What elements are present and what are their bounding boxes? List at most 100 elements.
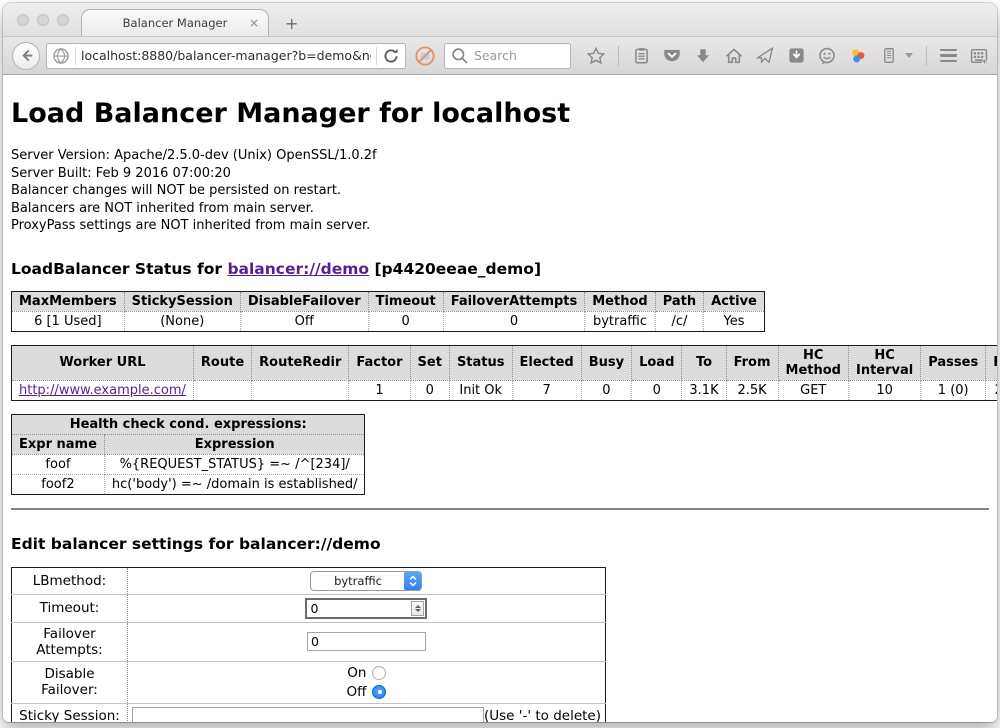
col-header-hc-interval: HC Interval xyxy=(848,345,920,380)
proxypass-note-line: ProxyPass settings are NOT inherited fro… xyxy=(11,217,989,235)
cell-hc-method: GET xyxy=(778,380,848,400)
zoom-window-button[interactable] xyxy=(57,14,69,26)
sticky-session-input[interactable] xyxy=(132,707,484,723)
cell-elected: 7 xyxy=(512,380,581,400)
col-header-load: Load xyxy=(632,345,682,380)
tab-close-icon[interactable]: × xyxy=(249,16,259,30)
content-blocked-icon[interactable] xyxy=(414,45,436,67)
disable-failover-label: Disable Failover: xyxy=(12,661,128,703)
toolbar-icons xyxy=(587,46,988,66)
page-content: Load Balancer Manager for localhost Serv… xyxy=(3,75,997,722)
downloads-icon[interactable] xyxy=(694,47,712,65)
col-header-busy: Busy xyxy=(581,345,631,380)
inherit-note-line: Balancers are NOT inherited from main se… xyxy=(11,200,989,218)
close-window-button[interactable] xyxy=(17,14,29,26)
number-stepper-icon[interactable] xyxy=(411,601,424,616)
tab-title: Balancer Manager xyxy=(123,16,228,30)
cell-expression: hc('body') =~ /domain is established/ xyxy=(104,474,365,494)
col-header-hc-method: HC Method xyxy=(778,345,848,380)
home-icon[interactable] xyxy=(725,47,743,65)
send-plane-icon[interactable] xyxy=(756,47,774,65)
cell-factor: 1 xyxy=(349,380,410,400)
search-input[interactable]: Search xyxy=(474,48,517,63)
col-header-stickysession: StickySession xyxy=(124,291,240,311)
status-heading-prefix: LoadBalancer Status for xyxy=(11,260,227,278)
timeout-field-wrapper xyxy=(305,598,427,619)
bookmark-star-icon[interactable] xyxy=(587,47,605,65)
sticky-session-hint: (Use '-' to delete) xyxy=(484,708,601,722)
site-identity-globe-icon[interactable] xyxy=(52,47,70,65)
device-menu-caret-icon[interactable] xyxy=(905,53,913,58)
browser-window: Balancer Manager × + localhost:8880/bala… xyxy=(3,3,997,722)
url-bar[interactable]: localhost:8880/balancer-manager?b=demo&n… xyxy=(46,43,406,69)
back-button[interactable] xyxy=(12,42,40,70)
cell-route xyxy=(193,380,251,400)
balancer-settings-form: LBmethod: bytraffic Timeout: xyxy=(11,567,606,723)
cell-method: bytraffic xyxy=(585,311,655,331)
cell-passes: 1 (0) xyxy=(921,380,986,400)
toolbar-divider xyxy=(618,46,619,66)
cell-status: Init Ok xyxy=(449,380,512,400)
page-title: Load Balancer Manager for localhost xyxy=(11,98,989,129)
new-tab-button[interactable]: + xyxy=(285,16,298,32)
col-header-status: Status xyxy=(449,345,512,380)
lbmethod-selected-value: bytraffic xyxy=(311,574,404,588)
col-header-routeredir: RouteRedir xyxy=(252,345,349,380)
minimize-window-button[interactable] xyxy=(37,14,49,26)
save-to-device-icon[interactable] xyxy=(787,47,805,65)
lbmethod-label: LBmethod: xyxy=(12,567,128,594)
lbmethod-select[interactable]: bytraffic xyxy=(310,571,422,591)
cell-timeout: 0 xyxy=(368,311,443,331)
cell-routeredir xyxy=(252,380,349,400)
col-header-path: Path xyxy=(655,291,703,311)
sticky-session-label: Sticky Session: xyxy=(12,703,128,722)
col-header-maxmembers: MaxMembers xyxy=(12,291,125,311)
col-header-timeout: Timeout xyxy=(368,291,443,311)
radio-off-label: Off xyxy=(347,684,367,700)
worker-row: http://www.example.com/ 1 0 Init Ok 7 0 … xyxy=(12,380,998,400)
col-header-route: Route xyxy=(193,345,251,380)
menu-icon[interactable] xyxy=(940,49,957,63)
window-controls xyxy=(17,14,69,26)
balancer-demo-link[interactable]: balancer://demo xyxy=(227,260,369,278)
reload-icon[interactable] xyxy=(382,47,400,65)
col-header-disablefailover: DisableFailover xyxy=(240,291,368,311)
col-header-to: To xyxy=(682,345,726,380)
col-header-fails: Fails xyxy=(986,345,997,380)
tab-balancer-manager[interactable]: Balancer Manager × xyxy=(81,9,269,36)
col-header-passes: Passes xyxy=(921,345,986,380)
device-migration-icon[interactable] xyxy=(880,47,898,65)
search-bar[interactable]: Search xyxy=(444,43,571,69)
health-check-table-title: Health check cond. expressions: xyxy=(12,414,365,434)
loadbalancer-status-heading: LoadBalancer Status for balancer://demo … xyxy=(11,260,989,278)
toolbar-divider xyxy=(926,46,927,66)
timeout-input[interactable] xyxy=(310,601,411,616)
url-input[interactable]: localhost:8880/balancer-manager?b=demo&n… xyxy=(81,48,371,63)
search-icon xyxy=(451,47,469,65)
hc-expr-row: foof %{REQUEST_STATUS} =~ /^[234]/ xyxy=(12,454,365,474)
cell-to: 3.1K xyxy=(682,380,726,400)
disable-failover-off-radio[interactable] xyxy=(372,685,386,699)
pocket-icon[interactable] xyxy=(663,47,681,65)
grid-extension-icon[interactable] xyxy=(970,47,988,65)
section-divider xyxy=(11,508,989,510)
col-header-expression: Expression xyxy=(104,434,365,454)
select-stepper-icon xyxy=(404,571,421,591)
hc-expr-row: foof2 hc('body') =~ /domain is establish… xyxy=(12,474,365,494)
col-header-set: Set xyxy=(410,345,449,380)
server-info: Server Version: Apache/2.5.0-dev (Unix) … xyxy=(11,147,989,235)
failover-attempts-input[interactable] xyxy=(307,632,426,651)
worker-url-link[interactable]: http://www.example.com/ xyxy=(19,383,186,398)
cell-path: /c/ xyxy=(655,311,703,331)
radio-on-label: On xyxy=(347,665,366,681)
clipboard-icon[interactable] xyxy=(632,47,650,65)
feedback-smiley-icon[interactable] xyxy=(818,47,836,65)
server-version-line: Server Version: Apache/2.5.0-dev (Unix) … xyxy=(11,147,989,165)
back-arrow-icon xyxy=(19,48,34,63)
colored-dots-icon[interactable] xyxy=(849,47,867,65)
cell-disablefailover: Off xyxy=(240,311,368,331)
cell-expr-name: foof2 xyxy=(12,474,105,494)
col-header-expr-name: Expr name xyxy=(12,434,105,454)
col-header-from: From xyxy=(726,345,778,380)
disable-failover-on-radio[interactable] xyxy=(372,666,386,680)
